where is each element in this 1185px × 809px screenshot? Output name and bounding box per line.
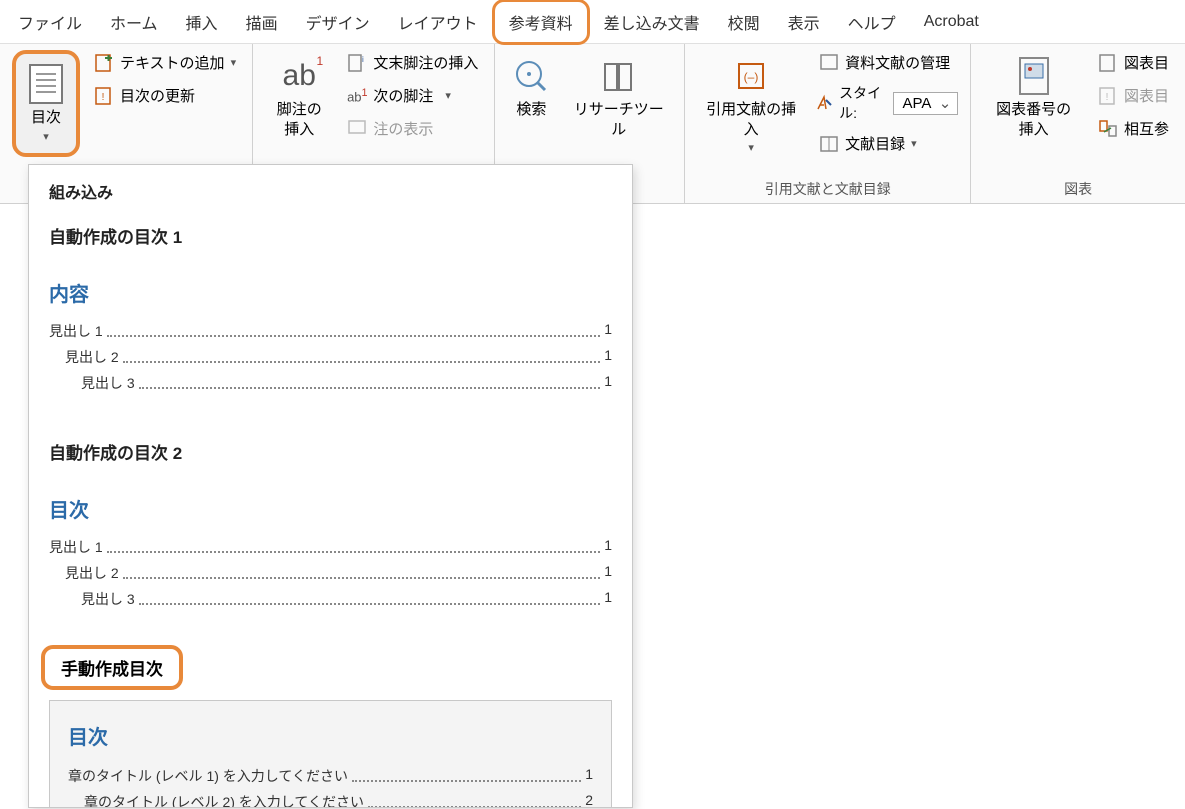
document-icon [26,64,66,104]
chevron-down-icon: ▾ [231,56,237,69]
figures-group-label: 図表 [983,177,1173,199]
manage-sources-button[interactable]: 資料文献の管理 [815,50,958,75]
tab-layout[interactable]: レイアウト [384,2,492,42]
insert-figure-number-button[interactable]: 図表番号の挿入 [983,50,1084,145]
toc-button-highlight: 目次 ▾ [12,50,80,157]
tab-references[interactable]: 参考資料 [492,0,590,45]
add-text-icon [94,53,114,73]
books-icon [599,56,639,96]
toc-button[interactable]: 目次 ▾ [20,58,72,149]
manual-preview: 目次 章のタイトル (レベル 1) を入力してください1 章のタイトル (レベル… [49,700,612,808]
search-button[interactable]: 検索 [507,50,555,126]
figure-number-icon [1014,56,1054,96]
fig-list-update-icon: ! [1098,86,1118,106]
tab-acrobat[interactable]: Acrobat [910,5,993,39]
toc-gallery-item-auto2[interactable]: 自動作成の目次 2 目次 見出し 11 見出し 21 見出し 31 [29,429,632,645]
bibliography-icon [819,134,839,154]
tab-review[interactable]: 校閲 [714,2,774,42]
builtin-section-label: 組み込み [29,165,632,213]
show-notes-button[interactable]: 注の表示 [343,116,482,141]
ribbon-group-figures: 図表番号の挿入 図表目 ! 図表目 相互参 図表 [971,44,1185,203]
insert-citation-label: 引用文献の挿入 [703,100,799,139]
auto1-preview-title: 内容 [49,278,612,307]
tab-design[interactable]: デザイン [292,2,384,42]
chevron-down-icon: ▾ [43,130,49,143]
toc-gallery-item-manual[interactable]: 手動作成目次 目次 章のタイトル (レベル 1) を入力してください1 章のタイ… [29,645,632,808]
insert-endnote-button[interactable]: i 文末脚注の挿入 [343,50,482,75]
search-icon [511,56,551,96]
endnote-icon: i [347,53,367,73]
manage-sources-icon [819,53,839,73]
update-toc-button[interactable]: ! 目次の更新 [90,83,240,108]
chevron-down-icon: ▾ [911,137,917,150]
citations-group-label: 引用文献と文献目録 [697,177,958,199]
style-label: スタイル: [839,83,887,123]
tab-draw[interactable]: 描画 [232,2,292,42]
svg-text:i: i [362,55,364,64]
bibliography-button[interactable]: 文献目録 ▾ [815,131,958,156]
manual-label-highlight: 手動作成目次 [41,645,183,690]
insert-figure-number-label: 図表番号の挿入 [989,100,1078,139]
crossref-icon [1098,119,1118,139]
tab-help[interactable]: ヘルプ [834,2,910,42]
menu-bar: ファイル ホーム 挿入 描画 デザイン レイアウト 参考資料 差し込み文書 校閲… [0,0,1185,44]
next-footnote-icon: ab1 [347,86,367,106]
insert-citation-button[interactable]: (–) 引用文献の挿入 ▾ [697,50,805,160]
svg-text:!: ! [102,92,105,103]
auto1-label: 自動作成の目次 1 [29,213,632,278]
citation-icon: (–) [731,56,771,96]
ribbon-group-citations: (–) 引用文献の挿入 ▾ 資料文献の管理 スタイル: APA 文献目録 ▾ [685,44,971,203]
style-icon [815,93,833,113]
svg-text:(–): (–) [744,70,759,84]
auto1-preview: 内容 見出し 11 見出し 21 見出し 31 [29,278,632,429]
svg-text:!: ! [1106,92,1109,103]
research-tool-label: リサーチツール [571,100,666,139]
toc-gallery-item-auto1[interactable]: 自動作成の目次 1 内容 見出し 11 見出し 21 見出し 31 [29,213,632,429]
chevron-down-icon: ▾ [445,89,451,102]
show-notes-icon [347,119,367,139]
insert-footnote-label: 脚注の挿入 [271,100,327,139]
auto2-preview: 目次 見出し 11 見出し 21 見出し 31 [29,494,632,645]
add-text-button[interactable]: テキストの追加 ▾ [90,50,240,75]
auto2-preview-title: 目次 [49,494,612,523]
toc-dropdown-panel: 組み込み 自動作成の目次 1 内容 見出し 11 見出し 21 見出し 31 自… [28,164,633,808]
chevron-down-icon: ▾ [748,141,754,154]
fig-list-button-1[interactable]: 図表目 [1094,50,1173,75]
tab-view[interactable]: 表示 [774,2,834,42]
tab-home[interactable]: ホーム [96,2,172,42]
manual-preview-title: 目次 [68,721,593,750]
footnote-ab-icon: ab 1 [279,56,319,96]
manual-label: 手動作成目次 [61,660,163,679]
tab-insert[interactable]: 挿入 [172,2,232,42]
fig-list-icon [1098,53,1118,73]
tab-mailings[interactable]: 差し込み文書 [590,2,714,42]
tab-file[interactable]: ファイル [4,2,96,42]
research-tool-button[interactable]: リサーチツール [565,50,672,145]
next-footnote-button[interactable]: ab1 次の脚注 ▾ [343,83,482,108]
style-select[interactable]: APA [893,92,958,115]
update-toc-icon: ! [94,86,114,106]
insert-footnote-button[interactable]: ab 1 脚注の挿入 [265,50,333,145]
search-label: 検索 [516,100,546,120]
toc-label: 目次 [31,108,61,128]
fig-list-button-2[interactable]: ! 図表目 [1094,83,1173,108]
auto2-label: 自動作成の目次 2 [29,429,632,494]
crossref-button[interactable]: 相互参 [1094,116,1173,141]
